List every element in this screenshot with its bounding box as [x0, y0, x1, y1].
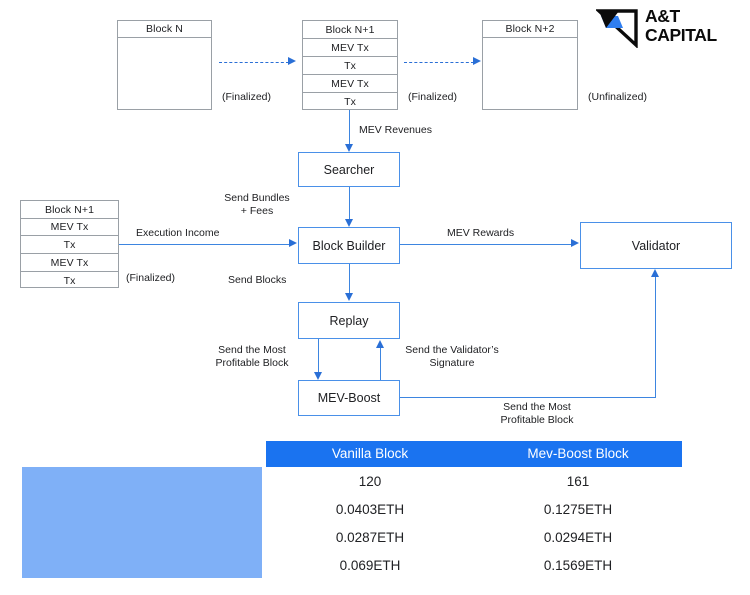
edge-blockn-to-blockn1: [219, 62, 289, 63]
comparison-table-cell-vanilla-3: 0.069ETH: [339, 558, 401, 573]
node-mev-boost-label: MEV-Boost: [317, 391, 381, 405]
edge-replay-to-mevboost-line: [318, 339, 320, 373]
edge-mev-rewards-label: MEV Rewards: [447, 227, 515, 239]
comparison-table-cell-mevboost-0: 161: [566, 474, 590, 489]
edge-blockn-to-blockn1-arrowhead: [288, 57, 296, 65]
node-block-builder-label: Block Builder: [312, 238, 386, 253]
edge-send-bundles-fees-label: Send Bundles + Fees: [224, 192, 290, 217]
node-validator-label: Validator: [631, 238, 681, 253]
edge-mevboost-to-validator-arrowhead: [651, 269, 659, 277]
node-mev-boost[interactable]: MEV-Boost: [298, 380, 400, 416]
edge-send-most-profitable-block-left-label: Send the Most Profitable Block: [215, 344, 289, 369]
at-capital-logo-mark: [594, 8, 640, 49]
comparison-table-cell-mevboost-2: 0.0294ETH: [543, 530, 613, 545]
edge-execution-income-arrowhead: [289, 239, 297, 247]
comparison-table-label-column: [22, 467, 262, 578]
at-capital-logo: A&T CAPITAL: [594, 6, 742, 50]
edge-blockn1-to-blockn2-arrowhead: [473, 57, 481, 65]
edge-mev-revenues-line: [349, 110, 351, 145]
node-validator[interactable]: Validator: [580, 222, 732, 269]
comparison-table-col-header-mevboost: Mev-Boost Block: [527, 446, 629, 461]
block-n1-left-title: Block N+1: [21, 201, 118, 219]
block-n1-top-row-2: MEV Tx: [303, 75, 397, 93]
block-n1-left: Block N+1 MEV Tx Tx MEV Tx Tx: [20, 200, 119, 288]
comparison-table-cell-vanilla-1: 0.0403ETH: [335, 502, 405, 517]
logo-line-1: A&T: [645, 6, 680, 26]
node-replay-label: Replay: [329, 313, 369, 328]
diagram-canvas: A&T CAPITAL Block N (Finalized) Block N+1…: [0, 0, 750, 595]
block-n1-top-row-3: Tx: [344, 95, 356, 108]
logo-line-2: CAPITAL: [645, 25, 717, 45]
block-n1-top-title: Block N+1: [303, 21, 397, 39]
edge-send-blocks-label: Send Blocks: [228, 274, 287, 286]
node-searcher-label: Searcher: [323, 162, 375, 177]
edge-searcher-to-builder-line: [349, 187, 351, 220]
node-block-builder[interactable]: Block Builder: [298, 227, 400, 264]
block-n1-left-row-2: MEV Tx: [21, 254, 118, 272]
node-replay[interactable]: Replay: [298, 302, 400, 339]
block-n1-left-row-0: MEV Tx: [21, 219, 118, 236]
edge-execution-income-label: Execution Income: [136, 227, 220, 239]
block-n1-left-row-1: Tx: [21, 236, 118, 254]
edge-send-validator-signature-label: Send the Validator’s Signature: [405, 344, 499, 369]
edge-mevboost-to-replay-line: [380, 347, 382, 381]
edge-send-blocks-line: [349, 264, 351, 294]
block-n1-left-row-3: Tx: [63, 274, 76, 287]
block-n-title: Block N: [118, 21, 211, 38]
comparison-table-col-header-vanilla: Vanilla Block: [331, 446, 409, 461]
edge-searcher-to-builder-arrowhead: [345, 219, 353, 227]
edge-mev-revenues-arrowhead: [345, 144, 353, 152]
edge-mev-rewards-arrowhead: [571, 239, 579, 247]
block-n2-caption: (Unfinalized): [588, 91, 647, 103]
edge-mevboost-to-validator-h: [400, 397, 656, 399]
block-n2: Block N+2: [482, 20, 578, 110]
comparison-table: Vanilla Block Mev-Boost Block Avg Txs In…: [22, 441, 682, 581]
edge-mev-rewards-line: [400, 244, 572, 246]
edge-send-blocks-arrowhead: [345, 293, 353, 301]
edge-replay-to-mevboost-arrowhead: [314, 372, 322, 380]
at-capital-logo-text: A&T CAPITAL: [645, 7, 717, 45]
comparison-table-cell-mevboost-1: 0.1275ETH: [543, 502, 613, 517]
edge-mevboost-to-replay-arrowhead: [376, 340, 384, 348]
edge-mev-revenues-label: MEV Revenues: [359, 124, 432, 136]
edge-blockn1-to-blockn2: [404, 62, 474, 63]
edge-send-most-profitable-block-right-label: Send the Most Profitable Block: [500, 401, 574, 426]
comparison-table-cell-mevboost-3: 0.1569ETH: [543, 558, 613, 573]
block-n-body: [118, 38, 211, 110]
edge-execution-income-line: [119, 244, 290, 246]
block-n1-left-caption: (Finalized): [126, 272, 176, 284]
block-n2-body: [483, 38, 577, 110]
block-n1-top-row-1: Tx: [303, 57, 397, 75]
block-n-caption: (Finalized): [222, 91, 272, 103]
block-n2-title: Block N+2: [483, 21, 577, 38]
block-n1-top-row-0: MEV Tx: [303, 39, 397, 57]
block-n1-top: Block N+1 MEV Tx Tx MEV Tx Tx: [302, 20, 398, 110]
block-n: Block N: [117, 20, 212, 110]
comparison-table-cell-vanilla-0: 120: [358, 474, 382, 489]
block-n1-top-caption: (Finalized): [408, 91, 458, 103]
comparison-table-cell-vanilla-2: 0.0287ETH: [335, 530, 405, 545]
edge-mevboost-to-validator-v: [655, 276, 657, 398]
node-searcher[interactable]: Searcher: [298, 152, 400, 187]
